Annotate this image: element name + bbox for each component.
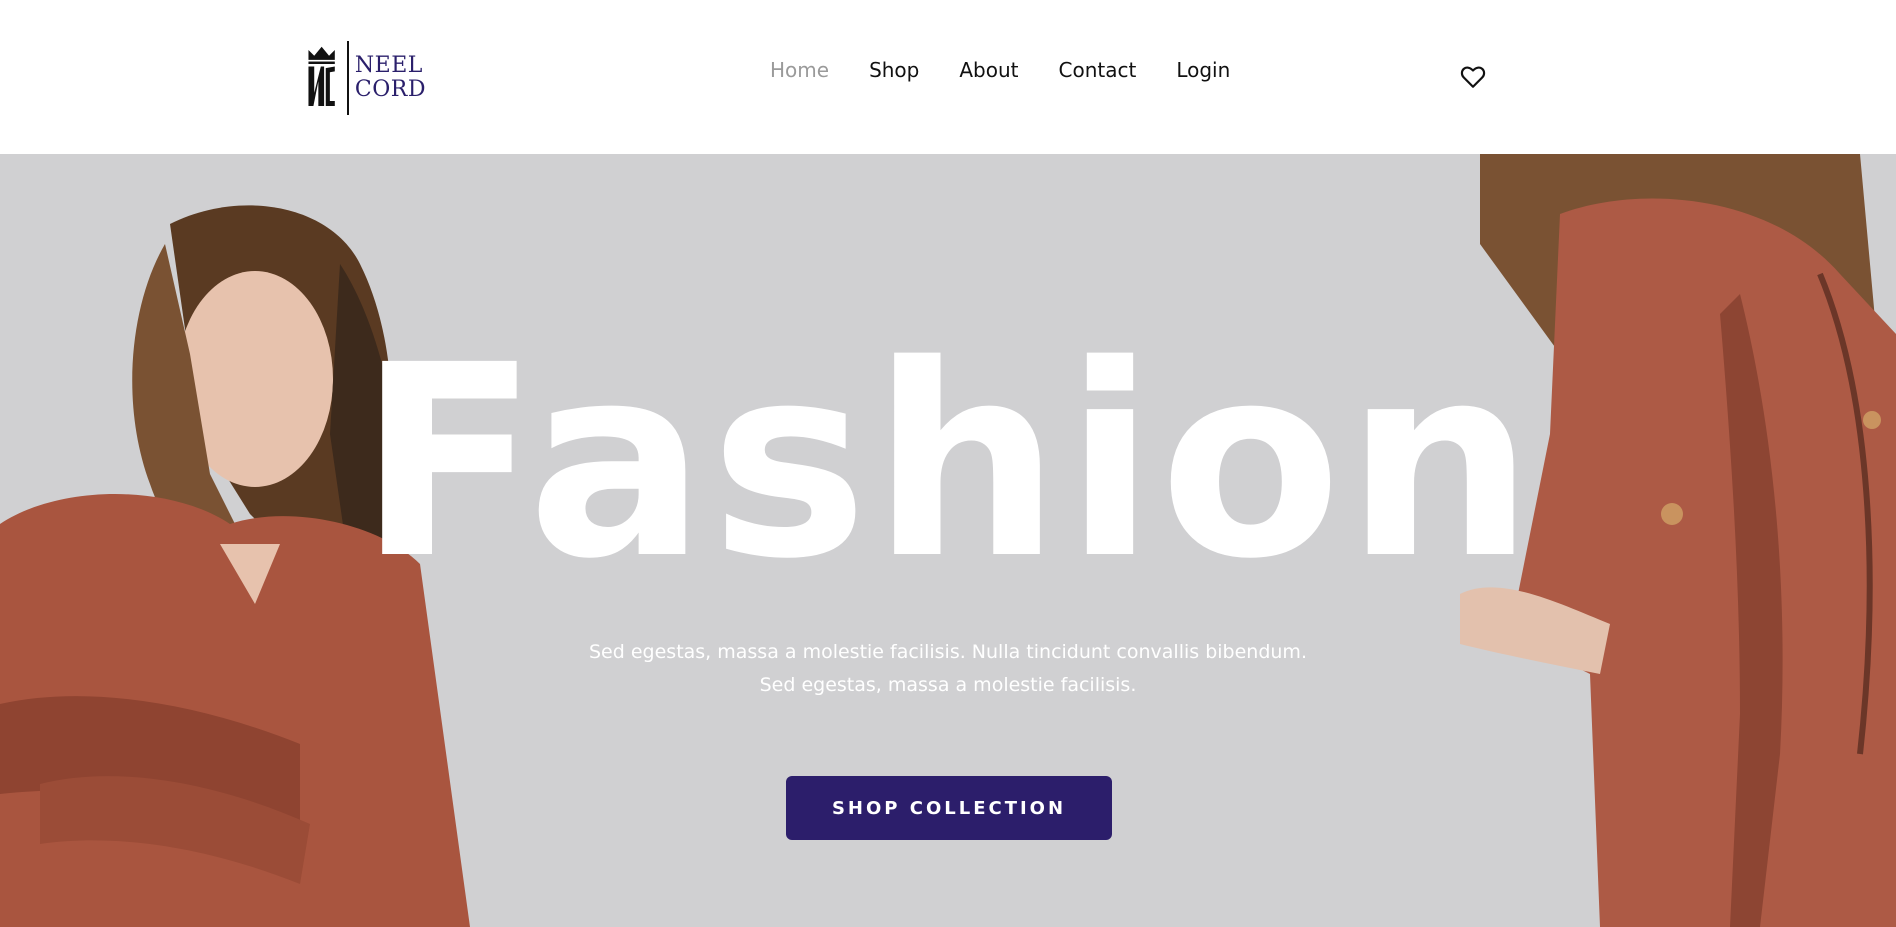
- logo-divider: [347, 41, 349, 115]
- site-header: NEEL CORD Home Shop About Contact Login: [0, 0, 1896, 154]
- brand-name: NEEL CORD: [355, 54, 426, 102]
- shop-collection-button[interactable]: SHOP COLLECTION: [786, 776, 1112, 840]
- brand-name-line1: NEEL: [354, 53, 423, 78]
- heart-icon[interactable]: [1460, 64, 1486, 90]
- nav-item-contact[interactable]: Contact: [1059, 58, 1137, 82]
- nav-item-home[interactable]: Home: [770, 58, 829, 82]
- hero-banner: Fashion Sed egestas, massa a molestie fa…: [0, 154, 1896, 927]
- hero-subtext: Sed egestas, massa a molestie facilisis.…: [0, 636, 1896, 702]
- crown-monogram-icon: [308, 46, 335, 106]
- hero-headline: Fashion: [357, 309, 1539, 617]
- brand-logo[interactable]: NEEL CORD: [306, 38, 426, 118]
- hero-subtext-line2: Sed egestas, massa a molestie facilisis.: [759, 674, 1137, 696]
- nav-item-shop[interactable]: Shop: [869, 58, 919, 82]
- main-nav: Home Shop About Contact Login: [770, 58, 1230, 82]
- nav-item-about[interactable]: About: [959, 58, 1018, 82]
- hero-subtext-line1: Sed egestas, massa a molestie facilisis.…: [589, 641, 1307, 663]
- nav-item-login[interactable]: Login: [1176, 58, 1230, 82]
- brand-name-line2: CORD: [354, 77, 426, 102]
